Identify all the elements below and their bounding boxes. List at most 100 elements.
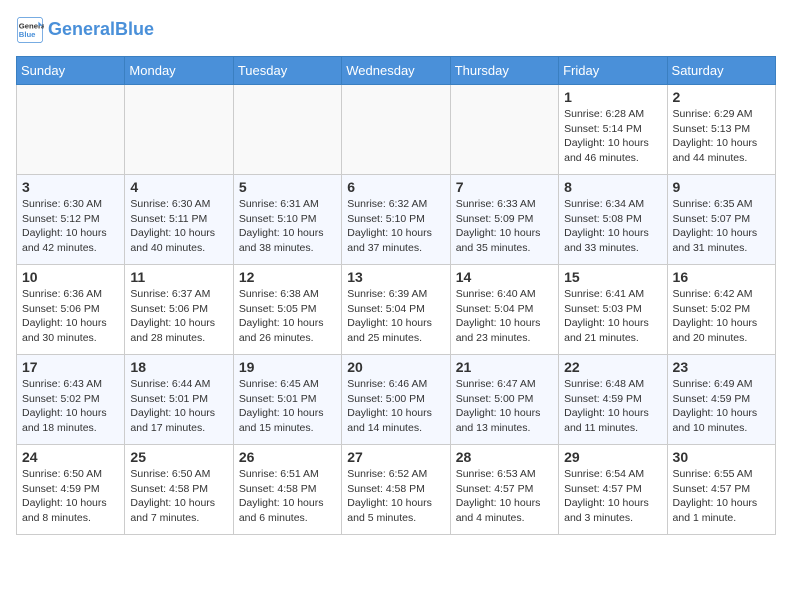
day-number: 21: [456, 359, 553, 375]
day-info: Sunrise: 6:51 AMSunset: 4:58 PMDaylight:…: [239, 467, 336, 526]
day-number: 19: [239, 359, 336, 375]
logo-text: GeneralBlue: [48, 20, 154, 40]
weekday-header-friday: Friday: [559, 57, 667, 85]
calendar-cell: 27Sunrise: 6:52 AMSunset: 4:58 PMDayligh…: [342, 445, 450, 535]
day-info: Sunrise: 6:30 AMSunset: 5:11 PMDaylight:…: [130, 197, 227, 256]
day-number: 2: [673, 89, 770, 105]
calendar-cell: [342, 85, 450, 175]
calendar-cell: 23 Sunrise: 6:49 AMSunset: 4:59 PMDayligh…: [667, 355, 775, 445]
day-number: 5: [239, 179, 336, 195]
calendar-cell: 4 Sunrise: 6:30 AMSunset: 5:11 PMDaylight…: [125, 175, 233, 265]
logo-general: General: [48, 19, 115, 39]
day-number: 13: [347, 269, 444, 285]
calendar-cell: 18 Sunrise: 6:44 AMSunset: 5:01 PMDayligh…: [125, 355, 233, 445]
day-info: Sunrise: 6:47 AMSunset: 5:00 PMDaylight:…: [456, 377, 553, 436]
calendar-cell: [125, 85, 233, 175]
calendar-cell: 22Sunrise: 6:48 AMSunset: 4:59 PMDayligh…: [559, 355, 667, 445]
logo-icon: General Blue: [16, 16, 44, 44]
day-info: Sunrise: 6:42 AMSunset: 5:02 PMDaylight:…: [673, 287, 770, 346]
day-number: 20: [347, 359, 444, 375]
day-info: Sunrise: 6:45 AMSunset: 5:01 PMDaylight:…: [239, 377, 336, 436]
calendar-cell: 13 Sunrise: 6:39 AMSunset: 5:04 PMDayligh…: [342, 265, 450, 355]
calendar-cell: 16 Sunrise: 6:42 AMSunset: 5:02 PMDayligh…: [667, 265, 775, 355]
calendar-cell: 11Sunrise: 6:37 AMSunset: 5:06 PMDayligh…: [125, 265, 233, 355]
logo-blue: Blue: [115, 19, 154, 39]
day-number: 16: [673, 269, 770, 285]
day-number: 25: [130, 449, 227, 465]
calendar-cell: 14 Sunrise: 6:40 AMSunset: 5:04 PMDayligh…: [450, 265, 558, 355]
day-info: Sunrise: 6:55 AMSunset: 4:57 PMDaylight:…: [673, 467, 770, 526]
day-info: Sunrise: 6:53 AMSunset: 4:57 PMDaylight:…: [456, 467, 553, 526]
day-number: 22: [564, 359, 661, 375]
calendar-cell: 8Sunrise: 6:34 AMSunset: 5:08 PMDaylight…: [559, 175, 667, 265]
day-info: Sunrise: 6:38 AMSunset: 5:05 PMDaylight:…: [239, 287, 336, 346]
day-number: 30: [673, 449, 770, 465]
day-number: 9: [673, 179, 770, 195]
calendar-cell: [233, 85, 341, 175]
day-info: Sunrise: 6:50 AMSunset: 4:58 PMDaylight:…: [130, 467, 227, 526]
calendar-cell: 3 Sunrise: 6:30 AMSunset: 5:12 PMDaylight…: [17, 175, 125, 265]
calendar-cell: 5Sunrise: 6:31 AMSunset: 5:10 PMDaylight…: [233, 175, 341, 265]
calendar-cell: 9 Sunrise: 6:35 AMSunset: 5:07 PMDaylight…: [667, 175, 775, 265]
day-number: 7: [456, 179, 553, 195]
day-number: 10: [22, 269, 119, 285]
weekday-header-wednesday: Wednesday: [342, 57, 450, 85]
day-info: Sunrise: 6:34 AMSunset: 5:08 PMDaylight:…: [564, 197, 661, 256]
calendar-cell: 15Sunrise: 6:41 AMSunset: 5:03 PMDayligh…: [559, 265, 667, 355]
day-info: Sunrise: 6:44 AMSunset: 5:01 PMDaylight:…: [130, 377, 227, 436]
weekday-header-row: SundayMondayTuesdayWednesdayThursdayFrid…: [17, 57, 776, 85]
weekday-header-saturday: Saturday: [667, 57, 775, 85]
weekday-header-monday: Monday: [125, 57, 233, 85]
day-number: 1: [564, 89, 661, 105]
calendar-cell: 17Sunrise: 6:43 AMSunset: 5:02 PMDayligh…: [17, 355, 125, 445]
day-number: 26: [239, 449, 336, 465]
day-number: 3: [22, 179, 119, 195]
day-info: Sunrise: 6:43 AMSunset: 5:02 PMDaylight:…: [22, 377, 119, 436]
calendar-cell: 25 Sunrise: 6:50 AMSunset: 4:58 PMDayligh…: [125, 445, 233, 535]
day-number: 14: [456, 269, 553, 285]
week-row-1: 1 Sunrise: 6:28 AMSunset: 5:14 PMDaylight…: [17, 85, 776, 175]
calendar-cell: 28 Sunrise: 6:53 AMSunset: 4:57 PMDayligh…: [450, 445, 558, 535]
day-number: 29: [564, 449, 661, 465]
calendar-cell: 7 Sunrise: 6:33 AMSunset: 5:09 PMDaylight…: [450, 175, 558, 265]
weekday-header-thursday: Thursday: [450, 57, 558, 85]
day-info: Sunrise: 6:32 AMSunset: 5:10 PMDaylight:…: [347, 197, 444, 256]
day-info: Sunrise: 6:35 AMSunset: 5:07 PMDaylight:…: [673, 197, 770, 256]
day-info: Sunrise: 6:29 AMSunset: 5:13 PMDaylight:…: [673, 107, 770, 166]
calendar-cell: 24 Sunrise: 6:50 AMSunset: 4:59 PMDayligh…: [17, 445, 125, 535]
calendar-cell: 30 Sunrise: 6:55 AMSunset: 4:57 PMDayligh…: [667, 445, 775, 535]
day-number: 24: [22, 449, 119, 465]
day-info: Sunrise: 6:40 AMSunset: 5:04 PMDaylight:…: [456, 287, 553, 346]
week-row-2: 3 Sunrise: 6:30 AMSunset: 5:12 PMDaylight…: [17, 175, 776, 265]
calendar-cell: 21 Sunrise: 6:47 AMSunset: 5:00 PMDayligh…: [450, 355, 558, 445]
day-number: 28: [456, 449, 553, 465]
day-info: Sunrise: 6:37 AMSunset: 5:06 PMDaylight:…: [130, 287, 227, 346]
day-info: Sunrise: 6:50 AMSunset: 4:59 PMDaylight:…: [22, 467, 119, 526]
day-info: Sunrise: 6:28 AMSunset: 5:14 PMDaylight:…: [564, 107, 661, 166]
day-number: 12: [239, 269, 336, 285]
day-number: 15: [564, 269, 661, 285]
calendar-cell: 12 Sunrise: 6:38 AMSunset: 5:05 PMDayligh…: [233, 265, 341, 355]
day-info: Sunrise: 6:54 AMSunset: 4:57 PMDaylight:…: [564, 467, 661, 526]
calendar-cell: 1 Sunrise: 6:28 AMSunset: 5:14 PMDaylight…: [559, 85, 667, 175]
day-info: Sunrise: 6:30 AMSunset: 5:12 PMDaylight:…: [22, 197, 119, 256]
calendar-cell: 2 Sunrise: 6:29 AMSunset: 5:13 PMDaylight…: [667, 85, 775, 175]
day-info: Sunrise: 6:49 AMSunset: 4:59 PMDaylight:…: [673, 377, 770, 436]
svg-text:Blue: Blue: [19, 30, 36, 39]
day-info: Sunrise: 6:36 AMSunset: 5:06 PMDaylight:…: [22, 287, 119, 346]
week-row-4: 17Sunrise: 6:43 AMSunset: 5:02 PMDayligh…: [17, 355, 776, 445]
calendar-cell: 26 Sunrise: 6:51 AMSunset: 4:58 PMDayligh…: [233, 445, 341, 535]
day-number: 18: [130, 359, 227, 375]
day-number: 6: [347, 179, 444, 195]
calendar-cell: 19 Sunrise: 6:45 AMSunset: 5:01 PMDayligh…: [233, 355, 341, 445]
calendar-table: SundayMondayTuesdayWednesdayThursdayFrid…: [16, 56, 776, 535]
page-header: General Blue GeneralBlue: [16, 16, 776, 44]
weekday-header-tuesday: Tuesday: [233, 57, 341, 85]
day-number: 4: [130, 179, 227, 195]
day-number: 23: [673, 359, 770, 375]
day-info: Sunrise: 6:39 AMSunset: 5:04 PMDaylight:…: [347, 287, 444, 346]
day-info: Sunrise: 6:33 AMSunset: 5:09 PMDaylight:…: [456, 197, 553, 256]
logo: General Blue GeneralBlue: [16, 16, 154, 44]
day-info: Sunrise: 6:52 AMSunset: 4:58 PMDaylight:…: [347, 467, 444, 526]
calendar-cell: [450, 85, 558, 175]
